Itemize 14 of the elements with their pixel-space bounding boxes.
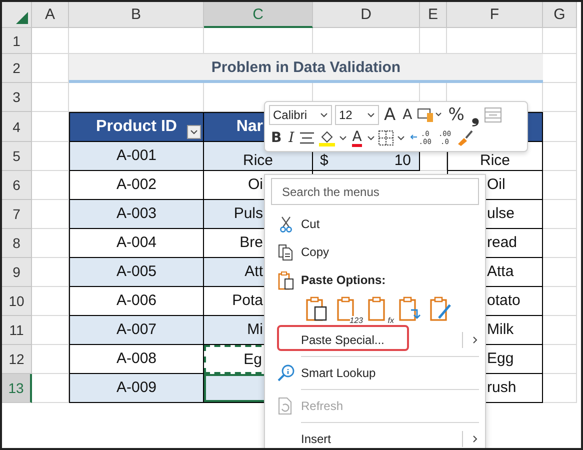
table-cell: A-008 xyxy=(69,345,204,374)
table-cell: A-006 xyxy=(69,287,204,316)
table-cell: A-005 xyxy=(69,258,204,287)
table-cell: A-001 xyxy=(69,142,204,171)
sheet-title: Problem in Data Validation xyxy=(69,54,543,83)
table-cell: A-009 xyxy=(69,374,204,403)
table-cell: A-004 xyxy=(69,229,204,258)
currency-symbol: $ xyxy=(320,152,328,169)
column-heading: Product ID xyxy=(96,118,177,136)
table-cell: A-002 xyxy=(69,171,204,200)
column-heading: Nar xyxy=(236,118,263,136)
table-cell: A-003 xyxy=(69,200,204,229)
price-value: 10 xyxy=(394,152,411,169)
table-cell: A-007 xyxy=(69,316,204,345)
